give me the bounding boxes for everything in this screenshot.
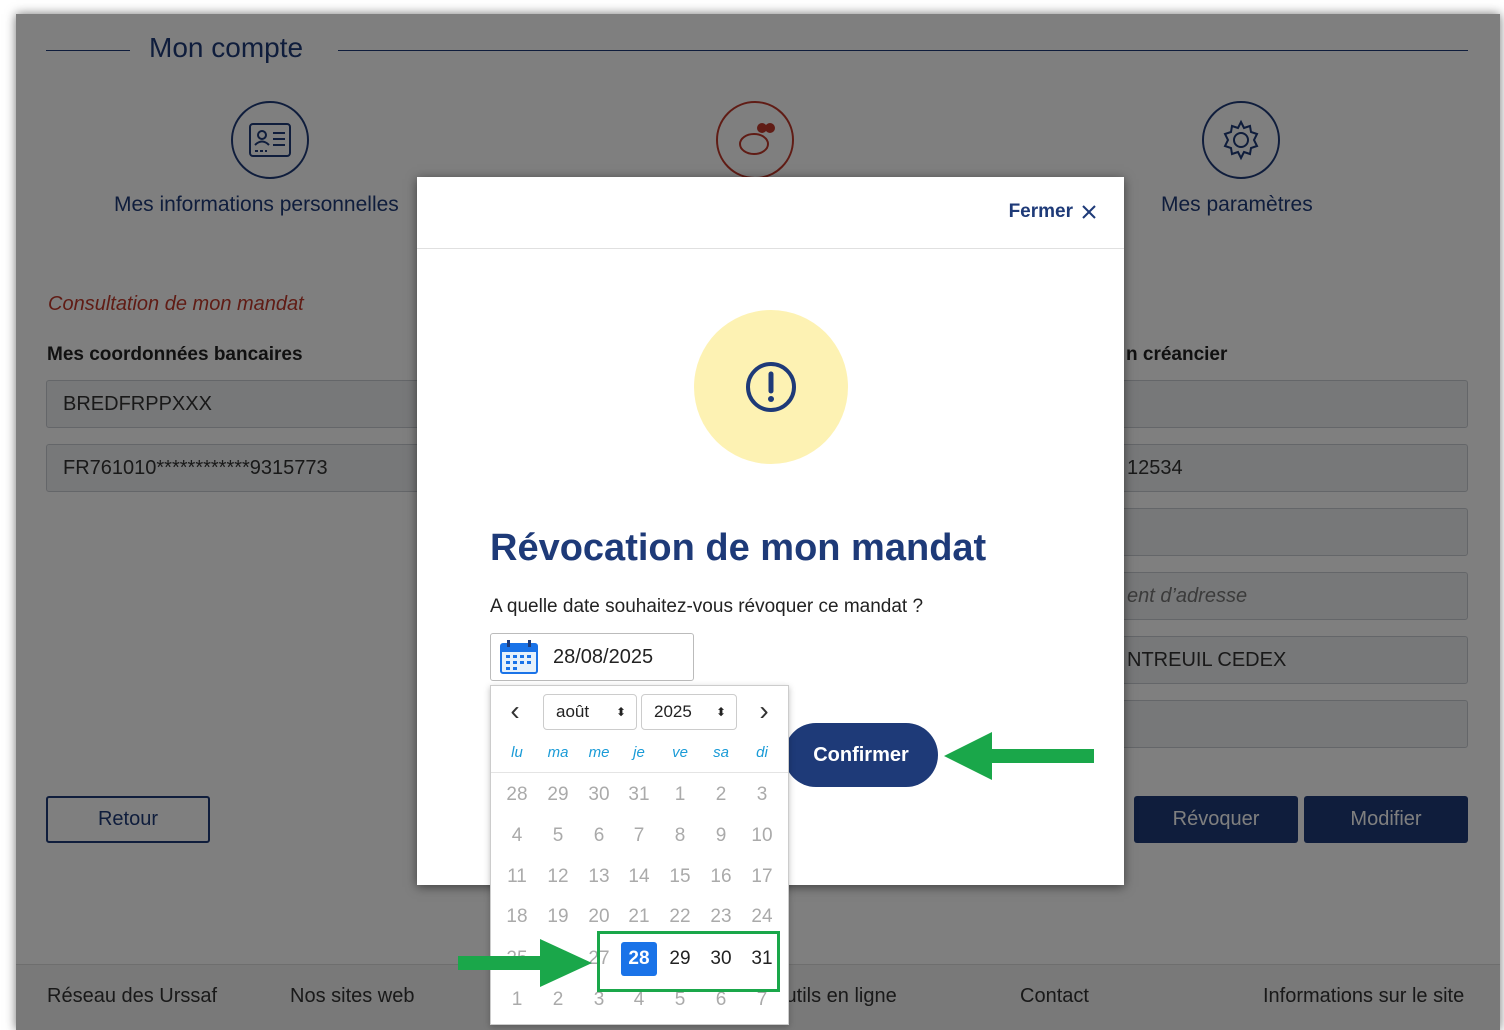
calendar-day: 11	[507, 866, 527, 887]
warning-badge	[694, 310, 848, 464]
annotation-arrow-confirm	[944, 732, 1094, 780]
calendar-day: 9	[715, 825, 727, 846]
calendar-day: 13	[588, 866, 610, 887]
calendar-day: 12	[547, 866, 569, 887]
calendar-day: 15	[669, 866, 691, 887]
month-value: août	[556, 702, 590, 721]
calendar-day: 30	[588, 784, 610, 805]
weekday-ma: ma	[547, 744, 569, 761]
modal-title: Révocation de mon mandat	[490, 527, 987, 569]
date-value: 28/08/2025	[553, 645, 654, 668]
calendar-day: 6	[593, 825, 605, 846]
modal-header: Fermer	[417, 177, 1124, 249]
calendar-day: 2	[715, 784, 727, 805]
calendar-day: 8	[674, 825, 686, 846]
datepicker-divider	[491, 772, 788, 773]
calendar-day: 16	[710, 866, 732, 887]
calendar-day: 7	[633, 825, 645, 846]
month-select-arrow-icon: ⬍	[615, 705, 626, 719]
calendar-day: 31	[628, 784, 650, 805]
calendar-day: 3	[756, 784, 768, 805]
weekday-lu: lu	[511, 744, 523, 761]
confirm-button[interactable]: Confirmer	[784, 723, 938, 787]
weekday-sa: sa	[713, 744, 729, 761]
calendar-day: 1	[674, 784, 686, 805]
year-value: 2025	[654, 702, 692, 721]
calendar-day: 23	[710, 906, 732, 927]
calendar-day: 20	[588, 906, 610, 927]
calendar-day: 17	[751, 866, 773, 887]
close-icon	[1082, 205, 1096, 219]
calendar-day: 5	[552, 825, 564, 846]
calendar-day: 14	[628, 866, 650, 887]
close-button[interactable]: Fermer	[1009, 201, 1097, 223]
calendar-day: 21	[628, 906, 650, 927]
weekday-me: me	[588, 744, 610, 761]
weekday-di: di	[756, 744, 768, 761]
annotation-arrow-dates	[458, 939, 592, 987]
weekday-ve: ve	[672, 744, 688, 761]
close-label: Fermer	[1008, 201, 1073, 222]
calendar-day: 18	[506, 906, 528, 927]
next-month-icon[interactable]: ›	[754, 697, 774, 725]
date-field[interactable]: 28/08/2025	[490, 633, 694, 681]
calendar-day: 19	[547, 906, 569, 927]
month-select[interactable]: août ⬍	[543, 694, 637, 730]
selected-range-highlight	[597, 931, 780, 992]
exclamation-circle-icon	[746, 362, 796, 412]
year-select-arrow-icon: ⬍	[715, 705, 726, 719]
prev-month-icon[interactable]: ‹	[505, 697, 525, 725]
weekday-je: je	[633, 744, 645, 761]
calendar-day: 22	[669, 906, 691, 927]
calendar-day: 29	[547, 784, 569, 805]
calendar-day: 28	[506, 784, 528, 805]
date-question: A quelle date souhaitez-vous révoquer ce…	[490, 596, 924, 617]
year-select[interactable]: 2025 ⬍	[641, 694, 737, 730]
calendar-day: 24	[751, 906, 773, 927]
calendar-day: 4	[511, 825, 523, 846]
calendar-icon[interactable]	[499, 639, 539, 675]
calendar-day: 10	[751, 825, 773, 846]
